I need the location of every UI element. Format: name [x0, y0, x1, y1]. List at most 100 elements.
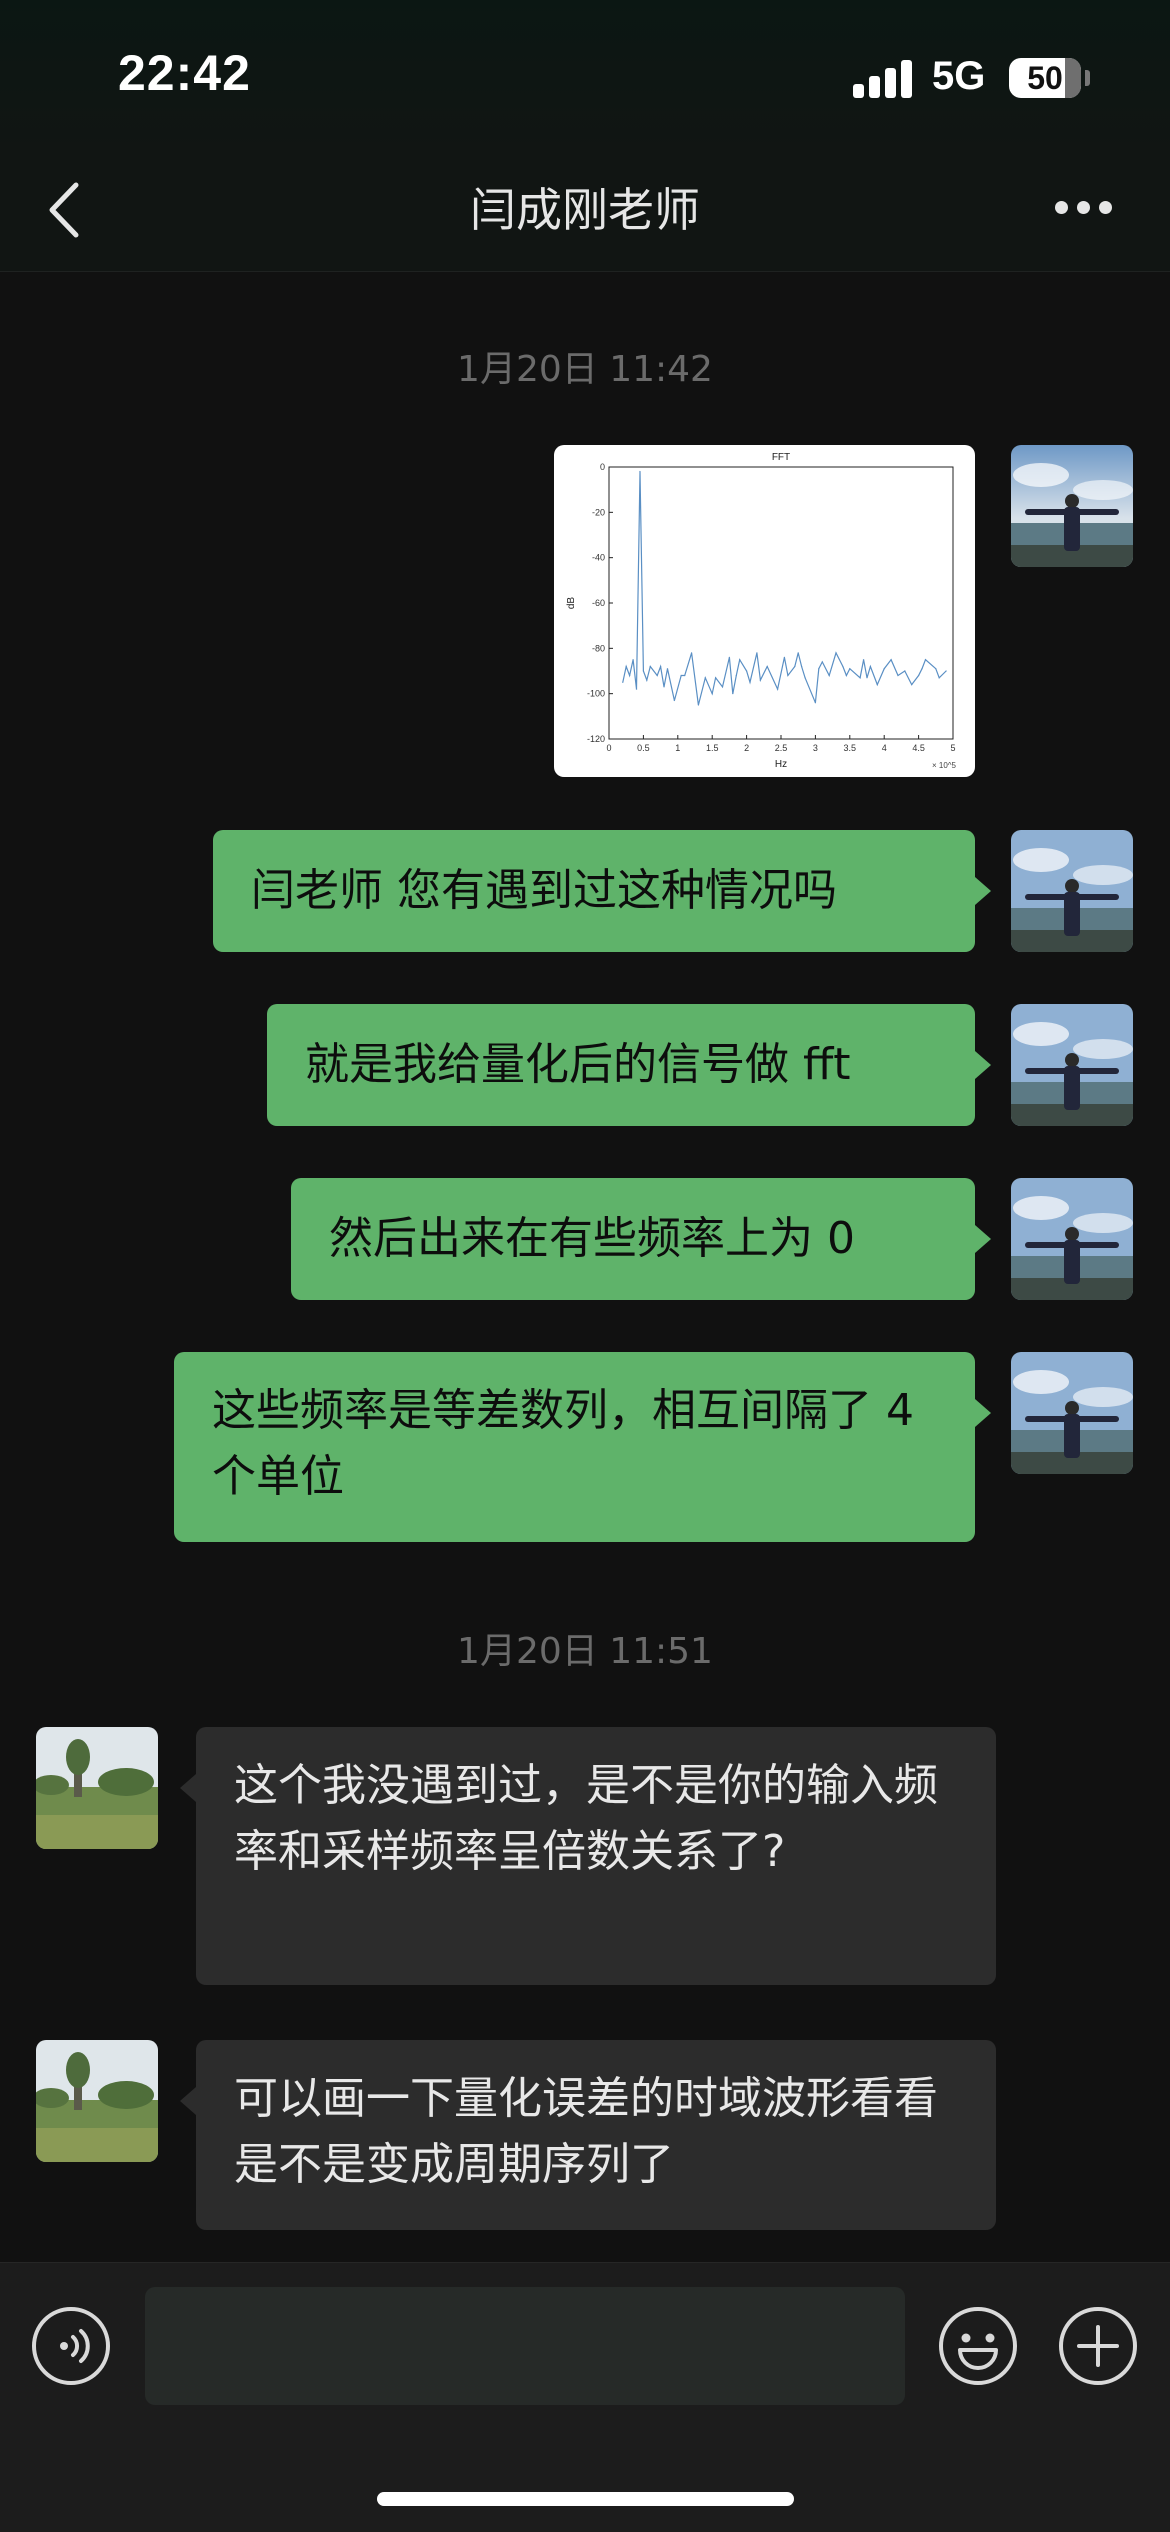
my-avatar[interactable]: [1011, 1352, 1133, 1474]
my-avatar[interactable]: [1011, 1178, 1133, 1300]
data-point: [859, 677, 861, 679]
data-point: [876, 684, 878, 686]
bubble-tail: [975, 1225, 991, 1253]
message-bubble-sent[interactable]: 闫老师 您有遇到过这种情况吗: [213, 830, 975, 952]
data-point: [697, 704, 700, 706]
y-tick-label: 0: [600, 462, 605, 472]
plot-area: [608, 466, 954, 740]
voice-icon[interactable]: [30, 2305, 112, 2387]
bubble-tail: [975, 1399, 991, 1427]
data-point: [735, 674, 737, 677]
data-point: [890, 659, 892, 661]
bubble-tail: [975, 877, 991, 905]
data-point: [666, 668, 669, 670]
data-point: [649, 665, 651, 668]
battery-tip: [1085, 70, 1090, 86]
data-point: [711, 693, 713, 695]
image-message[interactable]: FFT Hz dB × 10^5 0 0.5 1 1.5 2 2.5 3 3.5 4 4.5 5 0-…: [554, 445, 975, 777]
data-point: [749, 681, 751, 683]
contact-avatar[interactable]: [36, 1727, 158, 1849]
my-avatar[interactable]: [1011, 445, 1133, 567]
battery-icon: 50: [1009, 58, 1081, 98]
timestamp: 1月20日 11:51: [457, 1631, 713, 1672]
data-point: [690, 652, 693, 654]
more-dots-icon[interactable]: [1055, 198, 1115, 218]
message-bubble-received[interactable]: 可以画一下量化误差的时域波形看看是不是变成周期序列了: [196, 2040, 996, 2230]
x-tick-label: 5: [950, 743, 955, 753]
data-point: [629, 674, 631, 677]
message-bubble-received[interactable]: 这个我没遇到过，是不是你的输入频率和采样频率呈倍数关系了?: [196, 1727, 996, 1985]
data-point: [673, 699, 675, 702]
data-point: [684, 674, 686, 677]
my-avatar[interactable]: [1011, 1004, 1133, 1126]
data-point: [849, 668, 851, 670]
chat-header: 闫成刚老师: [0, 150, 1170, 272]
data-point: [845, 674, 847, 677]
data-point: [625, 665, 627, 668]
y-tick-label: -60: [592, 598, 605, 608]
data-point: [642, 670, 644, 672]
data-point: [776, 688, 779, 690]
x-tick-label: 1: [675, 743, 680, 753]
data-point: [862, 659, 865, 661]
message-bubble-sent[interactable]: 这些频率是等差数列，相互间隔了 4 个单位: [174, 1352, 975, 1542]
fft-chart: FFT Hz dB × 10^5 0 0.5 1 1.5 2 2.5 3 3.5 4 4.5 50-…: [566, 452, 957, 770]
network-type: 5G: [932, 54, 986, 98]
emoji-icon[interactable]: [937, 2305, 1019, 2387]
data-point: [797, 652, 799, 654]
data-point: [921, 668, 923, 670]
y-tick-label: -20: [592, 507, 605, 517]
my-avatar[interactable]: [1011, 830, 1133, 952]
bubble-tail: [180, 2087, 196, 2115]
data-point: [680, 674, 682, 677]
data-point: [622, 681, 624, 683]
data-point: [656, 674, 658, 677]
data-point: [739, 659, 741, 661]
data-point: [945, 670, 947, 672]
message-input[interactable]: [145, 2287, 905, 2405]
data-point: [818, 668, 820, 670]
data-point: [794, 665, 796, 668]
data-point: [728, 656, 730, 658]
message-bubble-sent[interactable]: 就是我给量化后的信号做 fft: [267, 1004, 975, 1126]
data-point: [639, 470, 641, 473]
bubble-tail: [180, 1774, 196, 1802]
data-point: [704, 677, 706, 679]
data-point: [660, 665, 662, 668]
x-tick-label: 4: [882, 743, 887, 753]
data-point: [918, 674, 920, 677]
x-tick-label: 4.5: [912, 743, 925, 753]
data-point: [842, 665, 844, 668]
data-point: [635, 688, 638, 690]
data-point: [766, 665, 768, 668]
data-point: [866, 677, 868, 679]
data-point: [715, 677, 717, 679]
y-axis-label: dB: [566, 597, 577, 610]
plus-icon[interactable]: [1057, 2305, 1139, 2387]
home-indicator: [377, 2492, 794, 2506]
data-point: [663, 686, 665, 688]
data-point: [746, 670, 748, 672]
data-point: [632, 659, 634, 661]
data-point: [646, 679, 648, 681]
data-point: [883, 668, 885, 670]
y-tick-label: -100: [587, 689, 605, 699]
y-tick-label: -120: [587, 734, 605, 744]
contact-avatar[interactable]: [36, 2040, 158, 2162]
data-point: [835, 652, 837, 654]
data-point: [721, 686, 724, 688]
x-tick-label: 0: [606, 743, 611, 753]
data-point: [801, 665, 803, 668]
data-point: [935, 668, 937, 670]
bubble-tail: [975, 1051, 991, 1079]
data-point: [869, 665, 872, 668]
x-tick-label: 2: [744, 743, 749, 753]
message-bubble-sent[interactable]: 然后出来在有些频率上为 0: [291, 1178, 975, 1300]
data-point: [804, 677, 806, 679]
y-tick-label: -40: [592, 553, 605, 563]
y-tick-label: -80: [592, 643, 605, 653]
data-point: [787, 674, 789, 677]
x-multiplier: × 10^5: [932, 761, 957, 770]
data-point: [759, 679, 761, 681]
data-point: [756, 652, 758, 654]
